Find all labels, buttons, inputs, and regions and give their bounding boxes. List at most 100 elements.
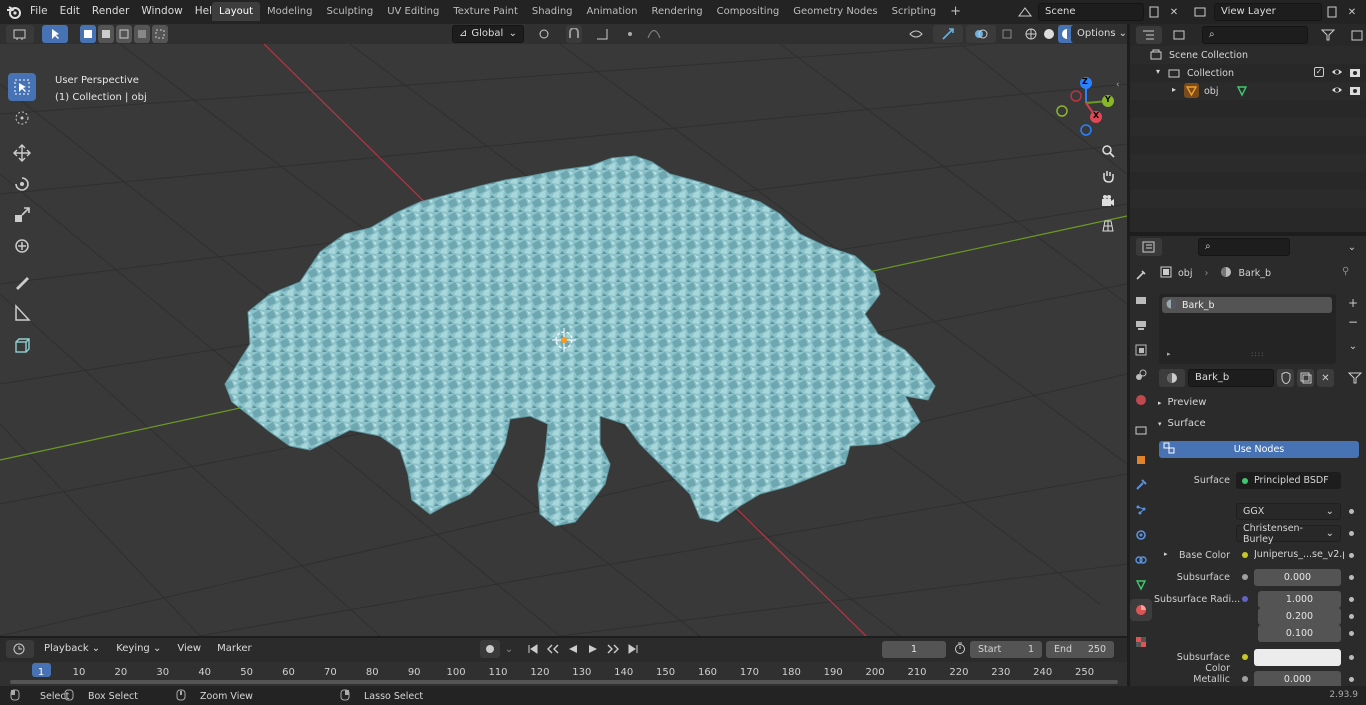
base-color-texture[interactable]: Juniperus_...se_v2.png — [1254, 549, 1344, 560]
transform-orientation-dropdown[interactable]: ⊿ Global ⌄ — [452, 25, 524, 43]
play-reverse-icon[interactable] — [564, 640, 582, 658]
output-tab-icon[interactable] — [1130, 314, 1152, 336]
view-layer-icon[interactable] — [1188, 3, 1214, 21]
color-socket-icon[interactable] — [1242, 654, 1248, 660]
vector-socket-icon[interactable] — [1242, 596, 1248, 602]
surface-shader-field[interactable]: Principled BSDF — [1236, 472, 1341, 489]
juniper-foliage-mesh[interactable] — [224, 155, 936, 527]
subsurface-value-field[interactable]: 0.000 — [1254, 569, 1341, 586]
scene-tab-icon[interactable] — [1130, 364, 1152, 386]
timeline-scrollbar[interactable] — [10, 680, 1118, 684]
editor-type-icon[interactable] — [6, 25, 34, 43]
scale-tool-icon[interactable] — [8, 201, 36, 229]
stopwatch-icon[interactable] — [954, 642, 966, 657]
jump-start-icon[interactable] — [524, 640, 542, 658]
pin-icon[interactable]: ⚲ — [1342, 266, 1349, 277]
zoom-icon[interactable] — [1096, 139, 1120, 163]
menu-render[interactable]: Render — [86, 0, 135, 24]
play-icon[interactable] — [584, 640, 602, 658]
new-collection-icon[interactable] — [1348, 26, 1366, 44]
scene-name-field[interactable]: Scene — [1038, 3, 1144, 21]
tool-tab-icon[interactable] — [1130, 264, 1152, 286]
render-camera-icon[interactable] — [1349, 84, 1361, 99]
3d-viewport[interactable]: User Perspective (1) Collection | obj Z … — [0, 44, 1127, 636]
measure-tool-icon[interactable] — [8, 299, 36, 327]
browse-material-icon[interactable] — [1159, 369, 1185, 387]
falloff-icon[interactable] — [646, 25, 662, 43]
render-camera-icon[interactable] — [1349, 66, 1361, 81]
mode-extend-icon[interactable] — [98, 25, 114, 43]
subsurface-radius-z[interactable]: 0.100 — [1258, 625, 1341, 642]
material-name-field[interactable]: Bark_b — [1188, 369, 1274, 387]
subsurface-radius-y[interactable]: 0.200 — [1258, 608, 1341, 625]
texture-tab-icon[interactable] — [1130, 631, 1152, 653]
playback-menu[interactable]: Playback ⌄ — [38, 640, 106, 658]
add-cube-tool-icon[interactable] — [8, 332, 36, 360]
preview-panel-header[interactable]: ▸ Preview — [1158, 397, 1358, 408]
particles-tab-icon[interactable] — [1130, 499, 1152, 521]
current-frame-field[interactable]: 1 — [882, 641, 946, 658]
visibility-eye-icon[interactable] — [1331, 84, 1343, 99]
perspective-toggle-icon[interactable] — [1096, 214, 1120, 238]
snap-icon[interactable] — [566, 25, 582, 43]
outliner-row-scene-collection[interactable]: Scene Collection — [1130, 46, 1366, 64]
exclude-checkbox[interactable]: ✓ — [1314, 67, 1324, 77]
display-mode-icon[interactable] — [1168, 26, 1192, 44]
view-layer-tab-icon[interactable] — [1130, 339, 1152, 361]
float-socket-icon[interactable] — [1242, 676, 1248, 682]
object-data-tab-icon[interactable] — [1130, 574, 1152, 596]
select-box-tool-icon[interactable] — [8, 73, 36, 101]
tab-rendering[interactable]: Rendering — [645, 2, 710, 21]
solid-shading-icon[interactable] — [1040, 25, 1057, 43]
outliner-search-input[interactable]: ⌕ — [1202, 26, 1308, 44]
jump-end-icon[interactable] — [624, 640, 642, 658]
remove-slot-button[interactable]: − — [1344, 313, 1362, 331]
properties-search-input[interactable]: ⌕ — [1198, 238, 1290, 256]
subsurface-color-keyframe-icon[interactable] — [1349, 655, 1354, 660]
duplicate-material-icon[interactable] — [1297, 369, 1314, 387]
unlink-material-icon[interactable]: ✕ — [1317, 369, 1334, 387]
tab-layout[interactable]: Layout — [212, 2, 260, 21]
mode-new-icon[interactable] — [80, 25, 96, 43]
prev-keyframe-icon[interactable] — [544, 640, 562, 658]
snap-target-icon[interactable] — [590, 25, 614, 43]
float-socket-icon[interactable] — [1242, 574, 1248, 580]
modifiers-tab-icon[interactable] — [1130, 474, 1152, 496]
subsurface-radius-x[interactable]: 1.000 — [1258, 591, 1341, 608]
radius-x-keyframe-icon[interactable] — [1349, 597, 1354, 602]
collection-tab-icon[interactable] — [1130, 419, 1152, 441]
properties-editor-type-icon[interactable] — [1136, 238, 1162, 256]
add-workspace-button[interactable]: + — [943, 2, 968, 21]
new-view-layer-icon[interactable] — [1322, 3, 1342, 21]
slot-specials-chevron-icon[interactable]: ⌄ — [1344, 337, 1362, 355]
list-resize-handle[interactable]: :::: — [1251, 350, 1264, 358]
overlays-toggle-icon[interactable] — [966, 25, 996, 43]
material-slot-list[interactable]: Bark_b ▸ :::: — [1159, 294, 1336, 364]
tab-scripting[interactable]: Scripting — [885, 2, 943, 21]
tab-modeling[interactable]: Modeling — [260, 2, 320, 21]
mode-subtract-icon[interactable] — [116, 25, 132, 43]
tab-sculpting[interactable]: Sculpting — [320, 2, 381, 21]
options-dropdown[interactable]: Options ⌄ — [1071, 25, 1127, 43]
pivot-point-icon[interactable] — [532, 25, 558, 43]
xray-toggle-icon[interactable] — [999, 25, 1015, 43]
sidebar-toggle-icon[interactable]: ‹ — [1116, 80, 1120, 90]
distribution-dropdown[interactable]: GGX ⌄ — [1236, 503, 1341, 520]
end-frame-field[interactable]: End 250 — [1046, 641, 1114, 658]
outliner-row-collection[interactable]: ▾ Collection ✓ — [1130, 64, 1366, 82]
blender-logo-icon[interactable] — [6, 4, 22, 20]
wireframe-shading-icon[interactable] — [1022, 25, 1039, 43]
proportional-edit-icon[interactable] — [622, 25, 638, 43]
list-expand-icon[interactable]: ▸ — [1167, 350, 1171, 358]
world-tab-icon[interactable] — [1130, 389, 1152, 411]
render-tab-icon[interactable] — [1130, 289, 1152, 311]
fake-user-shield-icon[interactable] — [1277, 369, 1294, 387]
base-color-keyframe-icon[interactable] — [1349, 553, 1354, 558]
metallic-keyframe-icon[interactable] — [1349, 677, 1354, 682]
gizmo-toggle-icon[interactable] — [933, 25, 963, 43]
keying-menu[interactable]: Keying ⌄ — [110, 640, 167, 658]
material-tab-icon[interactable] — [1130, 599, 1152, 621]
properties-options-chevron-icon[interactable]: ⌄ — [1344, 238, 1360, 256]
visibility-filter-icon[interactable] — [902, 25, 930, 43]
outliner-row-obj[interactable]: ▸ obj — [1130, 82, 1366, 100]
